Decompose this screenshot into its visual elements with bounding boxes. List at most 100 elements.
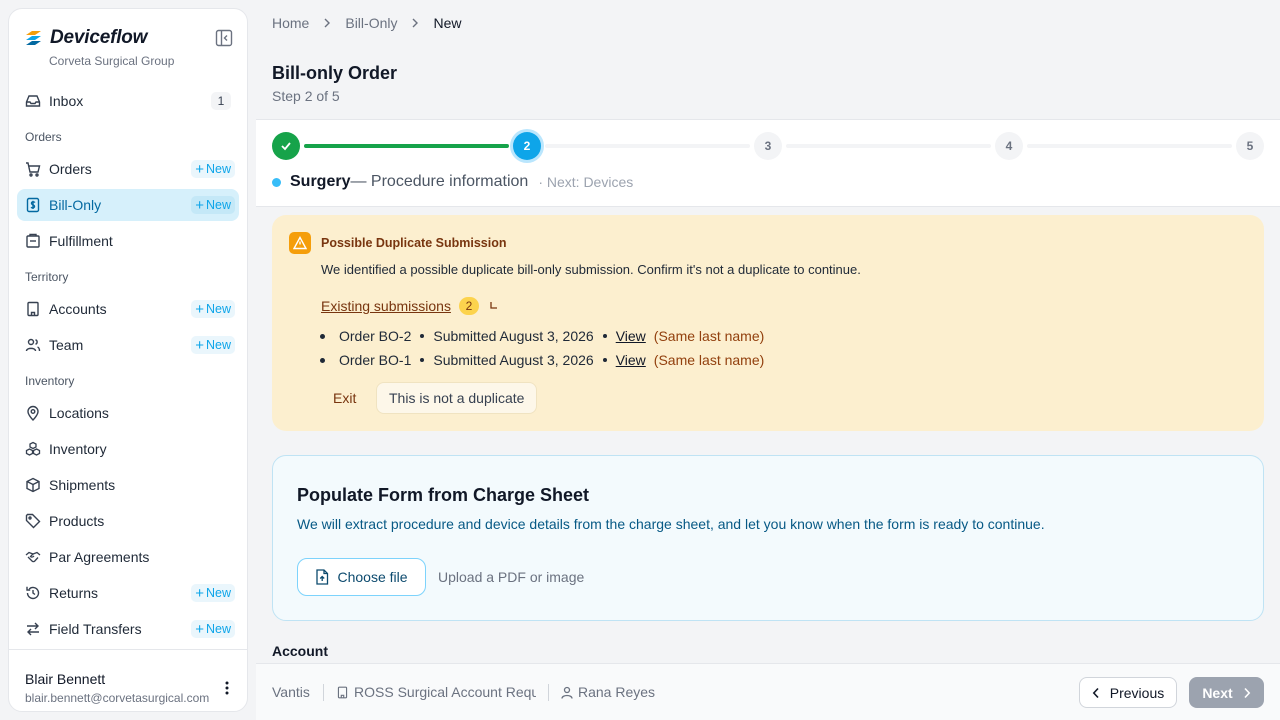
- sidebar-item-label: Inventory: [49, 441, 107, 457]
- order-id: Order BO-1: [339, 352, 412, 368]
- plus-icon: +: [195, 160, 204, 178]
- not-duplicate-button[interactable]: This is not a duplicate: [376, 382, 538, 414]
- warning-title: Possible Duplicate Submission: [321, 236, 507, 250]
- breadcrumb-home[interactable]: Home: [272, 15, 309, 31]
- receipt-dollar-icon: [25, 197, 41, 213]
- step-3[interactable]: 3: [754, 132, 782, 160]
- previous-button[interactable]: Previous: [1079, 677, 1177, 708]
- transfer-arrows-icon: [25, 621, 41, 637]
- sidebar-item-returns[interactable]: Returns + New: [17, 577, 239, 609]
- step-connector: [304, 144, 509, 148]
- submitted-date: Submitted August 3, 2026: [433, 352, 594, 368]
- divider: [323, 684, 324, 701]
- sidebar-item-orders[interactable]: Orders + New: [17, 153, 239, 185]
- section-label-orders: Orders: [25, 130, 62, 144]
- page-title: Bill-only Order: [272, 63, 398, 83]
- separator-dot: [420, 358, 425, 362]
- order-id: Order BO-2: [339, 328, 412, 344]
- existing-submissions-toggle[interactable]: Existing submissions 2: [321, 297, 499, 315]
- sidebar-item-team[interactable]: Team + New: [17, 329, 239, 361]
- building-icon: [336, 686, 349, 699]
- new-label: New: [205, 622, 231, 636]
- plus-icon: +: [195, 336, 204, 354]
- choose-file-button[interactable]: Choose file: [297, 558, 426, 596]
- handshake-icon: [25, 549, 41, 565]
- breadcrumb: Home Bill-Only New: [272, 15, 462, 31]
- step-1-complete[interactable]: [272, 132, 300, 160]
- tag-icon: [25, 513, 41, 529]
- match-note: (Same last name): [653, 328, 765, 344]
- previous-label: Previous: [1109, 684, 1165, 701]
- new-order-button[interactable]: + New: [191, 160, 235, 178]
- match-note: (Same last name): [653, 352, 765, 368]
- collapse-sidebar-icon[interactable]: [215, 29, 233, 47]
- view-link[interactable]: View: [616, 328, 646, 344]
- rep-name: Rana Reyes: [578, 684, 656, 700]
- brand[interactable]: Deviceflow: [25, 27, 147, 49]
- step-connector: [786, 144, 991, 148]
- new-label: New: [205, 338, 231, 352]
- sidebar-item-products[interactable]: Products: [17, 505, 239, 537]
- sidebar-item-inventory[interactable]: Inventory: [17, 433, 239, 465]
- separator-dot: [420, 334, 425, 338]
- view-link[interactable]: View: [616, 352, 646, 368]
- step-connector: [1027, 144, 1232, 148]
- chevron-right-icon: [411, 18, 419, 28]
- cart-icon: [25, 161, 41, 177]
- sidebar-item-label: Bill-Only: [49, 197, 102, 213]
- more-vertical-icon[interactable]: [219, 680, 235, 696]
- new-account-button[interactable]: + New: [191, 300, 235, 318]
- deviceflow-logo-icon: [25, 30, 42, 47]
- check-icon: [281, 142, 291, 151]
- sidebar-item-shipments[interactable]: Shipments: [17, 469, 239, 501]
- new-label: New: [205, 586, 231, 600]
- exit-button[interactable]: Exit: [321, 382, 368, 414]
- new-return-button[interactable]: + New: [191, 584, 235, 602]
- new-bill-only-button[interactable]: + New: [191, 196, 235, 214]
- choose-file-label: Choose file: [337, 569, 408, 585]
- account-section-label: Account: [272, 643, 328, 659]
- duplicate-warning-alert: Possible Duplicate Submission We identif…: [272, 215, 1264, 431]
- step-2-current[interactable]: 2: [513, 132, 541, 160]
- sidebar-item-label: Locations: [49, 405, 109, 421]
- plus-icon: +: [195, 196, 204, 214]
- sidebar-item-field-transfers[interactable]: Field Transfers + New: [17, 613, 239, 645]
- sidebar-item-label: Field Transfers: [49, 621, 142, 637]
- file-upload-icon: [315, 569, 329, 585]
- sidebar-item-locations[interactable]: Locations: [17, 397, 239, 429]
- step-connector: [545, 144, 750, 148]
- user-icon: [561, 686, 573, 699]
- list-item: Order BO-1 Submitted August 3, 2026 View…: [320, 348, 764, 372]
- sidebar-item-inbox[interactable]: Inbox 1: [17, 85, 239, 117]
- existing-count-badge: 2: [458, 297, 479, 315]
- user-profile[interactable]: Blair Bennett blair.bennett@corvetasurgi…: [9, 649, 247, 711]
- next-button[interactable]: Next: [1189, 677, 1264, 708]
- current-step-info: Surgery — Procedure information · Next: …: [272, 173, 633, 191]
- chevron-right-icon: [1243, 687, 1251, 699]
- clipboard-icon: [25, 233, 41, 249]
- sidebar-item-accounts[interactable]: Accounts + New: [17, 293, 239, 325]
- sidebar-item-label: Team: [49, 337, 84, 353]
- sidebar-item-label: Fulfillment: [49, 233, 113, 249]
- chevron-left-icon: [1092, 687, 1100, 699]
- sidebar-item-label: Returns: [49, 585, 99, 601]
- breadcrumb-bill-only[interactable]: Bill-Only: [345, 15, 397, 31]
- current-step-description: — Procedure information: [350, 173, 529, 190]
- existing-submissions-link[interactable]: Existing submissions: [321, 298, 451, 314]
- step-5[interactable]: 5: [1236, 132, 1264, 160]
- footer-rep: Rana Reyes: [561, 684, 655, 700]
- sidebar-item-bill-only[interactable]: Bill-Only + New: [17, 189, 239, 221]
- step-4[interactable]: 4: [995, 132, 1023, 160]
- submitted-date: Submitted August 3, 2026: [433, 328, 594, 344]
- next-label: Next: [1202, 684, 1233, 701]
- sidebar-item-fulfillment[interactable]: Fulfillment: [17, 225, 239, 257]
- warning-triangle-icon: [289, 232, 311, 254]
- undo-history-icon: [25, 585, 41, 601]
- sidebar-item-par-agreements[interactable]: Par Agreements: [17, 541, 239, 573]
- sidebar-item-label: Par Agreements: [49, 549, 150, 565]
- user-email: blair.bennett@corvetasurgical.com: [25, 691, 210, 705]
- page-subtitle: Step 2 of 5: [272, 88, 340, 104]
- new-team-member-button[interactable]: + New: [191, 336, 235, 354]
- new-field-transfer-button[interactable]: + New: [191, 620, 235, 638]
- user-name: Blair Bennett: [25, 671, 106, 687]
